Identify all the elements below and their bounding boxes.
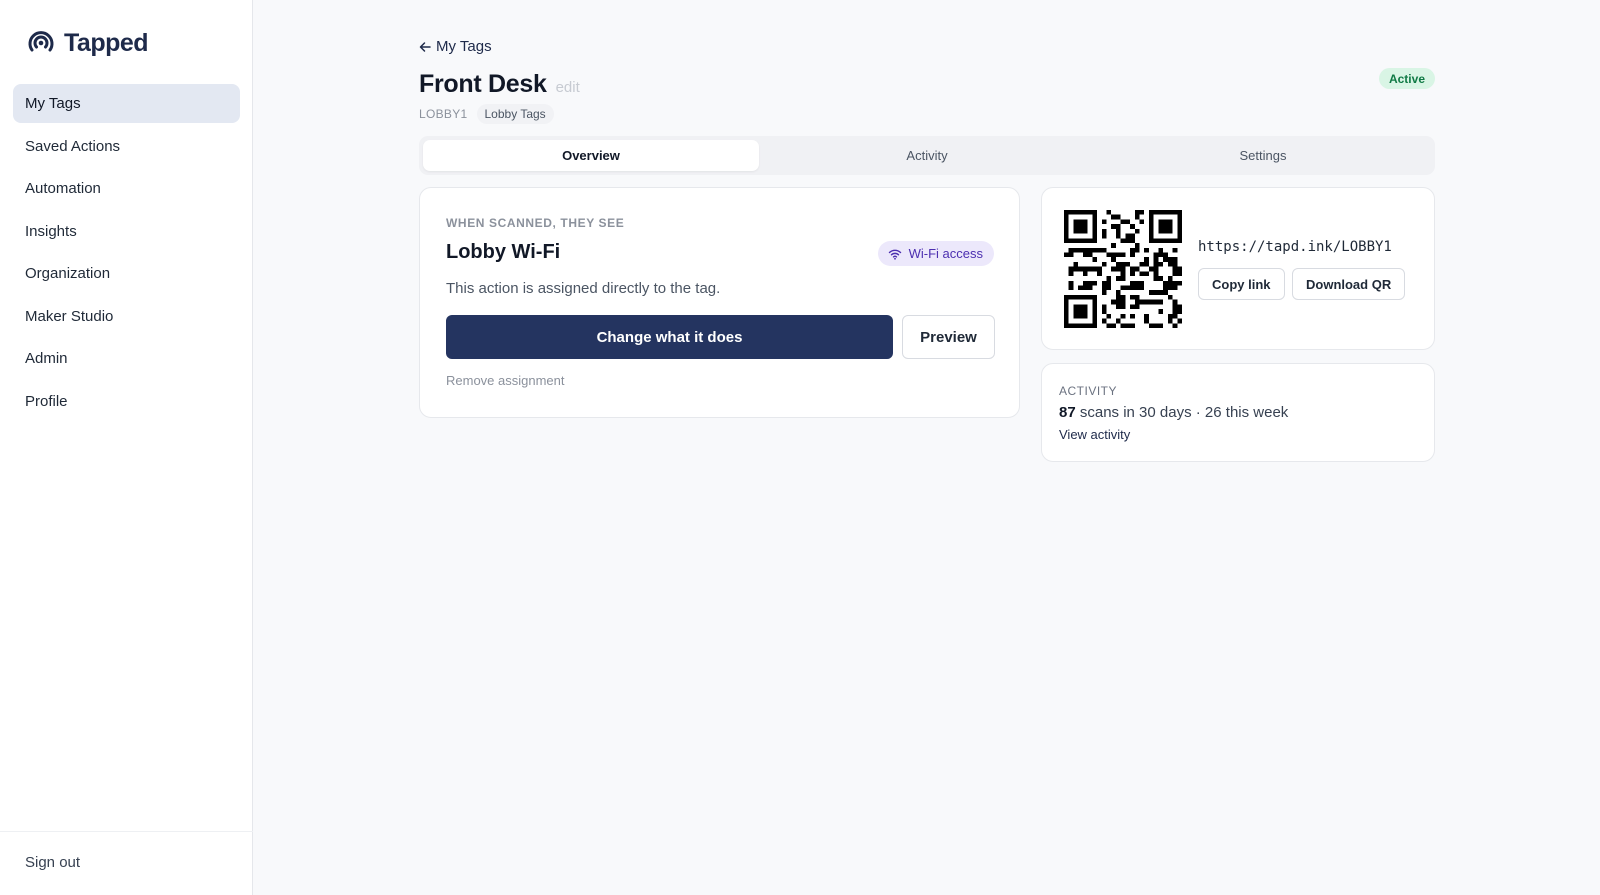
back-link-label: My Tags <box>436 38 492 55</box>
view-activity-link[interactable]: View activity <box>1059 427 1130 442</box>
wifi-icon <box>888 249 901 260</box>
title-row: Front Desk edit <box>419 70 580 99</box>
sidebar-item-admin[interactable]: Admin <box>13 339 240 378</box>
tag-meta: LOBBY1 Lobby Tags <box>419 104 554 124</box>
action-eyebrow: WHEN SCANNED, THEY SEE <box>446 216 625 230</box>
back-link[interactable]: My Tags <box>419 38 492 55</box>
tab-overview[interactable]: Overview <box>423 140 759 171</box>
sidebar-item-insights[interactable]: Insights <box>13 212 240 251</box>
sidebar-item-my-tags[interactable]: My Tags <box>13 84 240 123</box>
arrow-left-icon <box>419 41 431 52</box>
sidebar-footer: Sign out <box>0 831 253 895</box>
action-type-label: Wi-Fi access <box>908 246 983 261</box>
change-action-button[interactable]: Change what it does <box>446 315 893 359</box>
action-name: Lobby Wi-Fi <box>446 241 561 263</box>
tap-signal-logo-icon <box>28 31 54 52</box>
remove-assignment-link[interactable]: Remove assignment <box>446 373 565 388</box>
short-url[interactable]: https://tapd.ink/LOBBY1 <box>1198 239 1392 255</box>
sidebar: Tapped My Tags Saved Actions Automation … <box>0 0 253 895</box>
scan-count: 87 <box>1059 404 1076 421</box>
action-description: This action is assigned directly to the … <box>446 280 721 297</box>
sign-out-link[interactable]: Sign out <box>25 854 80 871</box>
action-type-badge: Wi-Fi access <box>877 241 994 266</box>
scan-summary-text: scans in 30 days · 26 this week <box>1079 404 1289 421</box>
download-qr-button[interactable]: Download QR <box>1292 268 1406 300</box>
copy-link-button[interactable]: Copy link <box>1198 268 1285 300</box>
tag-code: LOBBY1 <box>419 107 468 121</box>
sidebar-nav: My Tags Saved Actions Automation Insight… <box>13 84 240 424</box>
edit-title-link[interactable]: edit <box>556 79 580 96</box>
qr-card: https://tapd.ink/LOBBY1 Copy link Downlo… <box>1041 187 1435 350</box>
tab-bar: Overview Activity Settings <box>419 136 1435 175</box>
sidebar-item-automation[interactable]: Automation <box>13 169 240 208</box>
tab-activity[interactable]: Activity <box>759 140 1095 171</box>
status-badge: Active <box>1378 68 1435 89</box>
qr-code-image <box>1064 210 1182 328</box>
sidebar-item-profile[interactable]: Profile <box>13 382 240 421</box>
activity-eyebrow: ACTIVITY <box>1059 384 1118 398</box>
sidebar-item-organization[interactable]: Organization <box>13 254 240 293</box>
action-card: WHEN SCANNED, THEY SEE Lobby Wi-Fi Wi-Fi… <box>419 187 1020 418</box>
page-title: Front Desk <box>419 70 547 98</box>
brand-name: Tapped <box>64 28 149 57</box>
activity-card: ACTIVITY 87 scans in 30 days · 26 this w… <box>1041 363 1435 462</box>
sidebar-item-saved-actions[interactable]: Saved Actions <box>13 127 240 166</box>
tab-settings[interactable]: Settings <box>1095 140 1431 171</box>
group-chip[interactable]: Lobby Tags <box>476 104 554 124</box>
preview-button[interactable]: Preview <box>902 315 995 359</box>
brand-logo[interactable]: Tapped <box>26 26 149 60</box>
sidebar-item-maker-studio[interactable]: Maker Studio <box>13 297 240 336</box>
activity-summary: 87 scans in 30 days · 26 this week <box>1059 404 1288 421</box>
